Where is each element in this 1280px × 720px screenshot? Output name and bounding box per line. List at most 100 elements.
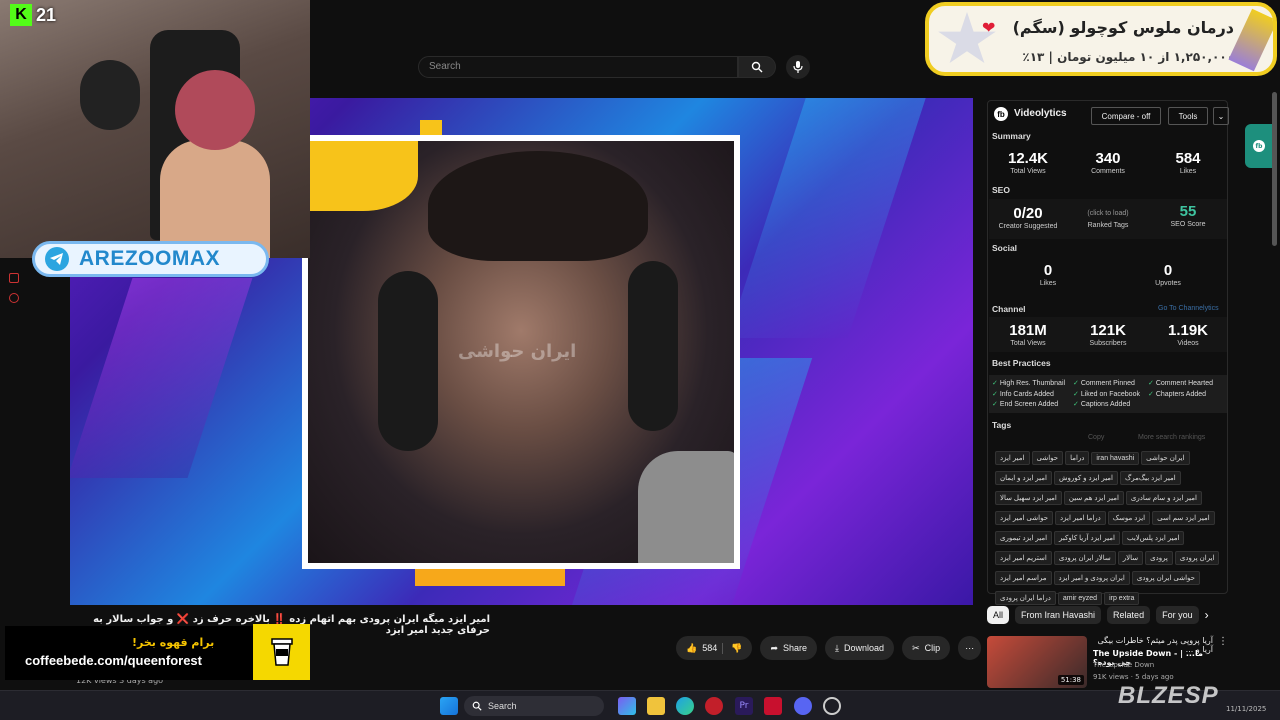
app-icon[interactable] (764, 697, 782, 715)
seo-heading: SEO (992, 185, 1010, 195)
edge-icon[interactable] (676, 697, 694, 715)
scissors-icon: ✂ (912, 642, 920, 653)
tag-chip[interactable]: ایران پرودی (1174, 551, 1220, 565)
tag-chip[interactable]: امیر ایزد و ایمان (995, 471, 1052, 485)
file-explorer-icon[interactable] (647, 697, 665, 715)
more-rankings-button[interactable]: More search rankings (1138, 434, 1205, 441)
stat-comments: 340 Comments (1091, 150, 1125, 175)
best-practice-item: Comment Pinned (1073, 379, 1135, 387)
tag-chip[interactable]: استریم امیر ایزد (995, 551, 1052, 565)
tag-chip[interactable]: امیر ایزد پلس‌لایب (1121, 531, 1185, 545)
tag-chip[interactable]: امیر ایزد آریا کاوکبر (1054, 531, 1120, 545)
tag-chip[interactable]: امیر ایزد سهیل سالا (995, 491, 1062, 505)
recommended-thumbnail[interactable]: 51:38 (987, 636, 1087, 688)
stat-social-upvotes: 0 Upvotes (1155, 262, 1181, 287)
videolytics-toggle-button[interactable]: fb (1245, 124, 1273, 168)
chevron-right-icon[interactable]: › (1205, 608, 1209, 622)
like-button[interactable]: 👍 584 👎 (676, 636, 753, 660)
tag-chip[interactable]: امیر ایزد سم اسی (1152, 511, 1215, 525)
hair (428, 151, 648, 261)
tag-chip[interactable]: حواشی ایران پرودی (1131, 571, 1200, 585)
search-icon (751, 61, 763, 73)
chip-from-channel[interactable]: From Iran Havashi (1015, 606, 1102, 624)
clip-button[interactable]: ✂ Clip (902, 636, 951, 660)
tag-chip[interactable]: ایران حواشی (1141, 451, 1190, 465)
streamer-webcam: K 21 (0, 0, 310, 258)
chip-for-you[interactable]: For you (1156, 606, 1199, 624)
tag-chip[interactable]: ایزد موسک (1107, 511, 1151, 525)
tag-chip[interactable]: امیر ایزد (995, 451, 1030, 465)
expand-chevron-icon[interactable]: ⌄ (1213, 107, 1229, 125)
best-practice-item: Chapters Added (1148, 390, 1206, 398)
best-practice-item: End Screen Added (992, 400, 1058, 408)
thumbs-down-icon[interactable]: 👎 (722, 642, 742, 654)
voice-search-button[interactable] (786, 55, 810, 79)
chip-related[interactable]: Related (1107, 606, 1151, 624)
copilot-icon[interactable] (618, 697, 636, 715)
channel-watermark: ایران حواشی (458, 341, 577, 362)
telegram-icon (45, 247, 69, 271)
tag-chip[interactable]: امیر ایزد تیموری (995, 531, 1053, 545)
best-practice-item: Liked on Facebook (1073, 390, 1140, 398)
more-actions-button[interactable]: ⋯ (958, 636, 982, 660)
best-practices-heading: Best Practices (992, 358, 1051, 368)
channel-heading: Channel (992, 304, 1026, 314)
tag-chip[interactable]: پرودی (1145, 551, 1173, 565)
search-button[interactable] (738, 56, 776, 78)
tag-chip[interactable]: امیر ایزد بیگ‌مرگ (1120, 471, 1181, 485)
tag-chip[interactable]: دراما ایران پرودی (995, 591, 1056, 605)
tag-chip[interactable]: سالار (1117, 551, 1144, 565)
viewer-count: 21 (36, 4, 57, 25)
stat-subscribers: 121K Subscribers (1089, 322, 1127, 347)
stat-social-likes: 0 Likes (1039, 262, 1057, 287)
kick-logo-icon: K (10, 4, 32, 26)
videolytics-logo-icon: fb (994, 107, 1008, 121)
yellow-shape (308, 141, 418, 211)
share-button[interactable]: ➦ Share (760, 636, 818, 660)
windows-start-icon[interactable] (440, 697, 458, 715)
stat-ranked-tags[interactable]: (click to load) Ranked Tags (1072, 209, 1144, 229)
tag-chip[interactable]: امیر ایزد و سام سادری (1125, 491, 1202, 505)
tag-chip[interactable]: مراسم امیر ایزد (995, 571, 1052, 585)
blzesp-watermark: BLZESP (1118, 682, 1219, 709)
tag-chip[interactable]: حواشی امیر ایزد (995, 511, 1054, 525)
notification-icon[interactable] (9, 273, 19, 283)
recommended-channel[interactable]: The Upside Down (1093, 661, 1154, 669)
videolytics-panel: fb Videolytics Compare - off Tools ⌄ Sum… (987, 100, 1229, 605)
tag-chip[interactable]: امیر ایزد هم سین (1063, 491, 1124, 505)
taskbar: Search Pr (0, 690, 1280, 720)
chip-all[interactable]: All (987, 606, 1010, 624)
tag-chip[interactable]: دراما امیر ایزد (1055, 511, 1106, 525)
taskbar-search[interactable]: Search (464, 696, 604, 716)
app-icon[interactable] (823, 697, 841, 715)
copy-tags-button[interactable]: Copy (1088, 434, 1104, 441)
settings-icon[interactable] (9, 293, 19, 303)
stat-creator-suggested: 0/20 Creator Suggested (998, 205, 1058, 230)
tag-chip[interactable]: ایران پرودی و امیر ایزد (1053, 571, 1130, 585)
discord-icon[interactable] (794, 697, 812, 715)
telegram-handle-badge: AREZOOMAX (32, 241, 269, 277)
tag-chip[interactable]: iran havashi (1091, 452, 1140, 465)
tag-chip[interactable]: امیر ایزد و کوروش (1053, 471, 1118, 485)
premiere-icon[interactable]: Pr (735, 697, 753, 715)
tag-chip[interactable]: حواشی (1031, 451, 1064, 465)
more-options-icon[interactable]: ⋮ (1218, 636, 1228, 647)
compare-button[interactable]: Compare - off (1091, 107, 1161, 125)
streamer-head (175, 70, 255, 150)
tools-button[interactable]: Tools (1168, 107, 1208, 125)
heart-icon: ❤ (982, 18, 996, 37)
tag-chip[interactable]: سالار ایران پرودی (1053, 551, 1116, 565)
coffee-heading: برام قهوه بخر! (132, 636, 215, 649)
opera-icon[interactable] (705, 697, 723, 715)
tag-chip[interactable]: دراما (1065, 451, 1090, 465)
videolytics-title: Videolytics (1014, 108, 1067, 119)
share-icon: ➦ (770, 642, 779, 653)
scrollbar[interactable] (1272, 92, 1277, 246)
coffee-url: coffeebede.com/queenforest (25, 653, 202, 668)
download-icon: ⤓ (835, 642, 840, 653)
download-button[interactable]: ⤓ Download (825, 636, 895, 660)
channelytics-link[interactable]: Go To Channelytics (1158, 305, 1219, 312)
video-subject: ایران حواشی (308, 141, 734, 563)
search-input[interactable]: Search (418, 56, 738, 78)
stat-seo-score: 55 SEO Score (1170, 203, 1206, 228)
